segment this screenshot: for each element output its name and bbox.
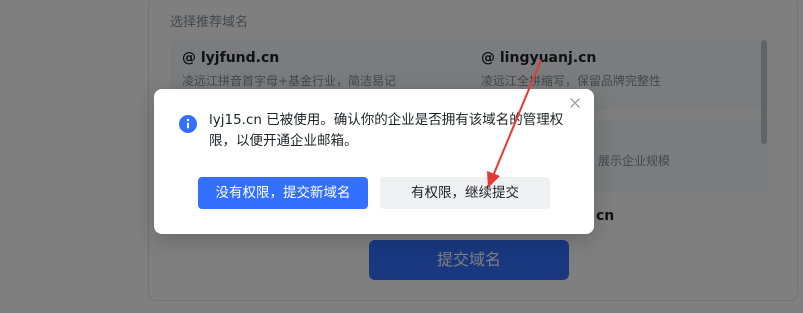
confirm-dialog: lyj15.cn 已被使用。确认你的企业是否拥有该域名的管理权限，以便开通企业邮…: [154, 89, 594, 234]
info-icon: [179, 115, 197, 133]
close-icon[interactable]: [568, 95, 582, 109]
submit-new-domain-button[interactable]: 没有权限，提交新域名: [198, 177, 368, 209]
continue-submit-button[interactable]: 有权限，继续提交: [380, 177, 550, 209]
dialog-message: lyj15.cn 已被使用。确认你的企业是否拥有该域名的管理权限，以便开通企业邮…: [209, 112, 564, 149]
